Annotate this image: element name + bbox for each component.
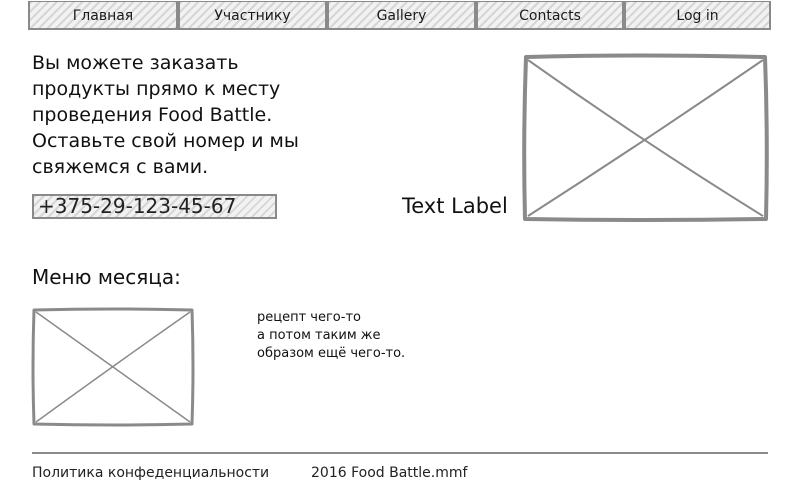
phone-value: +375-29-123-45-67 <box>38 194 237 218</box>
nav-tab-label: Gallery <box>376 8 427 24</box>
image-placeholder-icon <box>31 307 195 427</box>
nav-tab-login[interactable]: Log in <box>624 1 771 30</box>
nav-tab-gallery[interactable]: Gallery <box>327 1 476 30</box>
nav-tab-label: Log in <box>676 8 719 24</box>
footer-divider <box>32 452 768 454</box>
order-intro-text: Вы можете заказать продукты прямо к мест… <box>32 50 332 180</box>
menu-of-month-title: Меню месяца: <box>32 265 181 289</box>
top-navigation: Главная Участнику Gallery Contacts Log i… <box>28 1 772 33</box>
nav-tab-label: Главная <box>72 8 134 24</box>
copyright-text: 2016 Food Battle.mmf <box>311 465 468 481</box>
nav-tab-contacts[interactable]: Contacts <box>476 1 624 30</box>
phone-input[interactable]: +375-29-123-45-67 <box>32 194 277 219</box>
recipe-line: рецепт чего-то <box>257 310 361 325</box>
nav-tab-label: Участнику <box>214 8 291 24</box>
recipe-line: образом ещё чего-то. <box>257 346 406 361</box>
nav-tab-participant[interactable]: Участнику <box>178 1 327 30</box>
intro-line: Оставьте свой номер и мы <box>32 130 299 152</box>
recipe-line: а потом таким же <box>257 328 381 343</box>
nav-tab-home[interactable]: Главная <box>28 1 178 30</box>
nav-tab-label: Contacts <box>519 8 581 24</box>
image-placeholder-icon <box>522 53 769 222</box>
intro-line: Вы можете заказать <box>32 52 239 74</box>
recipe-description: рецепт чего-то а потом таким же образом … <box>257 309 457 363</box>
image-caption-label: Text Label <box>402 194 508 218</box>
privacy-policy-link[interactable]: Политика конфеденциальности <box>32 464 269 482</box>
intro-line: свяжемся с вами. <box>32 156 209 178</box>
intro-line: проведения Food Battle. <box>32 104 273 126</box>
intro-line: продукты прямо к месту <box>32 78 281 100</box>
